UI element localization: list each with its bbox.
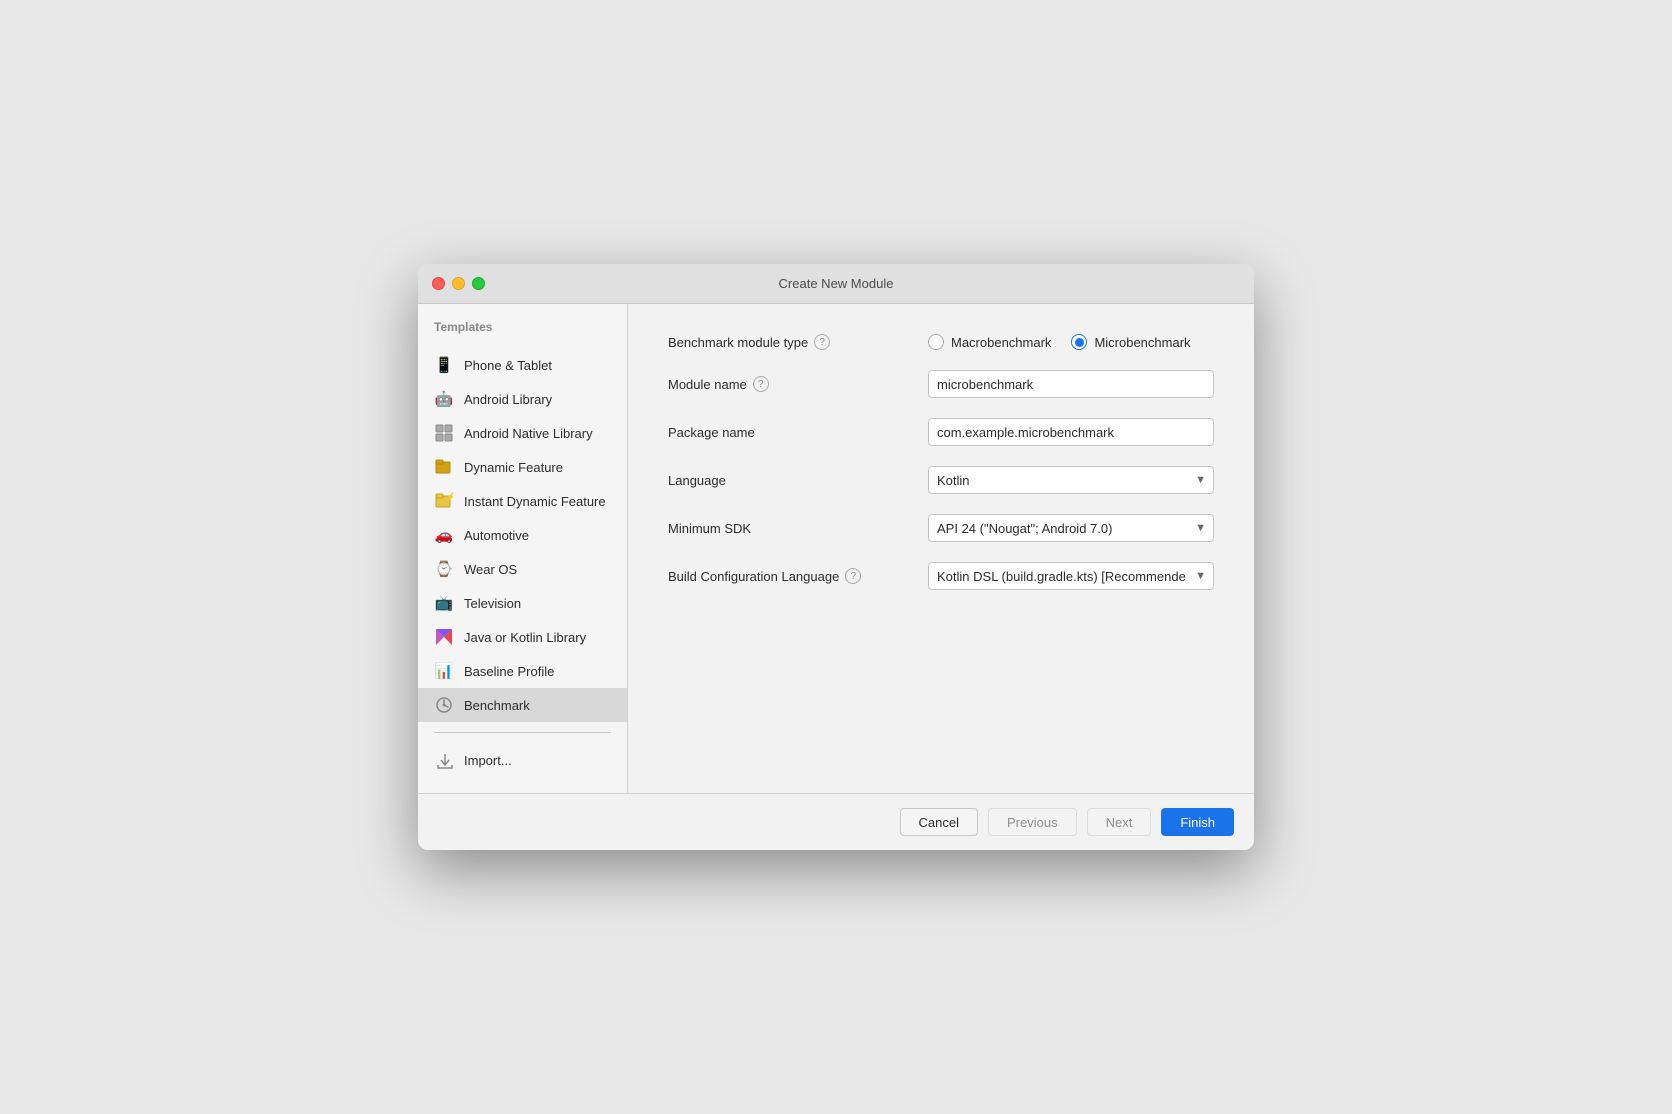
sidebar-item-automotive[interactable]: 🚗 Automotive [418, 518, 627, 552]
kotlin-library-icon [434, 627, 454, 647]
import-icon [434, 750, 454, 770]
language-row: Language Kotlin Java ▼ [668, 466, 1214, 494]
close-button[interactable] [432, 277, 445, 290]
sidebar-item-label: Phone & Tablet [464, 358, 552, 373]
module-name-input[interactable] [928, 370, 1214, 398]
maximize-button[interactable] [472, 277, 485, 290]
build-config-help-icon[interactable]: ? [845, 568, 861, 584]
sidebar-item-benchmark[interactable]: Benchmark [418, 688, 627, 722]
sidebar-item-label: Benchmark [464, 698, 530, 713]
module-name-row: Module name ? [668, 370, 1214, 398]
cancel-button[interactable]: Cancel [900, 808, 978, 836]
previous-button[interactable]: Previous [988, 808, 1077, 836]
minimize-button[interactable] [452, 277, 465, 290]
sidebar-item-wear-os[interactable]: ⌚ Wear OS [418, 552, 627, 586]
module-name-help-icon[interactable]: ? [753, 376, 769, 392]
benchmark-module-type-field: Macrobenchmark Microbenchmark [928, 334, 1214, 350]
build-config-select[interactable]: Kotlin DSL (build.gradle.kts) [Recommend… [928, 562, 1214, 590]
minimum-sdk-field: API 24 ("Nougat"; Android 7.0) API 21 ("… [928, 514, 1214, 542]
sidebar-item-kotlin-library[interactable]: Java or Kotlin Library [418, 620, 627, 654]
sidebar-item-label: Baseline Profile [464, 664, 554, 679]
package-name-label: Package name [668, 425, 928, 440]
sidebar-item-television[interactable]: 📺 Television [418, 586, 627, 620]
automotive-icon: 🚗 [434, 525, 454, 545]
module-name-label: Module name ? [668, 376, 928, 392]
dialog-body: Templates 📱 Phone & Tablet 🤖 Android Lib… [418, 304, 1254, 793]
minimum-sdk-label: Minimum SDK [668, 521, 928, 536]
sidebar-section-title: Templates [418, 320, 627, 348]
macrobenchmark-option[interactable]: Macrobenchmark [928, 334, 1051, 350]
build-config-row: Build Configuration Language ? Kotlin DS… [668, 562, 1214, 590]
sidebar-item-label: Wear OS [464, 562, 517, 577]
next-button[interactable]: Next [1087, 808, 1152, 836]
benchmark-icon [434, 695, 454, 715]
benchmark-module-type-label: Benchmark module type ? [668, 334, 928, 350]
dynamic-feature-icon [434, 457, 454, 477]
language-label: Language [668, 473, 928, 488]
sidebar-item-instant-dynamic-feature[interactable]: ⚡ Instant Dynamic Feature [418, 484, 627, 518]
language-select[interactable]: Kotlin Java [928, 466, 1214, 494]
dialog-title: Create New Module [779, 276, 894, 291]
package-name-input[interactable] [928, 418, 1214, 446]
microbenchmark-label: Microbenchmark [1094, 335, 1190, 350]
sidebar-item-label: Java or Kotlin Library [464, 630, 586, 645]
baseline-profile-icon: 📊 [434, 661, 454, 681]
macrobenchmark-radio[interactable] [928, 334, 944, 350]
finish-button[interactable]: Finish [1161, 808, 1234, 836]
dialog-footer: Cancel Previous Next Finish [418, 793, 1254, 850]
microbenchmark-radio-inner [1075, 338, 1084, 347]
microbenchmark-option[interactable]: Microbenchmark [1071, 334, 1190, 350]
phone-tablet-icon: 📱 [434, 355, 454, 375]
sidebar-item-import[interactable]: Import... [418, 743, 627, 777]
sidebar-item-android-library[interactable]: 🤖 Android Library [418, 382, 627, 416]
sidebar-item-label: Automotive [464, 528, 529, 543]
benchmark-module-type-row: Benchmark module type ? Macrobenchmark M… [668, 334, 1214, 350]
sidebar-item-label: Television [464, 596, 521, 611]
instant-dynamic-feature-icon: ⚡ [434, 491, 454, 511]
package-name-field [928, 418, 1214, 446]
wear-os-icon: ⌚ [434, 559, 454, 579]
sidebar-item-dynamic-feature[interactable]: Dynamic Feature [418, 450, 627, 484]
sidebar-item-phone-tablet[interactable]: 📱 Phone & Tablet [418, 348, 627, 382]
sidebar-item-label: Instant Dynamic Feature [464, 494, 606, 509]
module-name-field [928, 370, 1214, 398]
sidebar-item-label: Dynamic Feature [464, 460, 563, 475]
main-content: Benchmark module type ? Macrobenchmark M… [628, 304, 1254, 793]
minimum-sdk-select[interactable]: API 24 ("Nougat"; Android 7.0) API 21 ("… [928, 514, 1214, 542]
title-bar: Create New Module [418, 264, 1254, 304]
android-library-icon: 🤖 [434, 389, 454, 409]
import-label: Import... [464, 753, 512, 768]
sidebar-item-baseline-profile[interactable]: 📊 Baseline Profile [418, 654, 627, 688]
svg-text:⚡: ⚡ [446, 492, 453, 501]
macrobenchmark-label: Macrobenchmark [951, 335, 1051, 350]
build-config-label: Build Configuration Language ? [668, 568, 928, 584]
sidebar-item-android-native-library[interactable]: Android Native Library [418, 416, 627, 450]
traffic-lights [432, 277, 485, 290]
benchmark-module-type-help-icon[interactable]: ? [814, 334, 830, 350]
create-new-module-dialog: Create New Module Templates 📱 Phone & Ta… [418, 264, 1254, 850]
minimum-sdk-row: Minimum SDK API 24 ("Nougat"; Android 7.… [668, 514, 1214, 542]
sidebar-item-label: Android Native Library [464, 426, 593, 441]
package-name-row: Package name [668, 418, 1214, 446]
microbenchmark-radio[interactable] [1071, 334, 1087, 350]
android-native-library-icon [434, 423, 454, 443]
sidebar-divider [434, 732, 611, 733]
build-config-field: Kotlin DSL (build.gradle.kts) [Recommend… [928, 562, 1214, 590]
television-icon: 📺 [434, 593, 454, 613]
sidebar: Templates 📱 Phone & Tablet 🤖 Android Lib… [418, 304, 628, 793]
language-field: Kotlin Java ▼ [928, 466, 1214, 494]
sidebar-item-label: Android Library [464, 392, 552, 407]
